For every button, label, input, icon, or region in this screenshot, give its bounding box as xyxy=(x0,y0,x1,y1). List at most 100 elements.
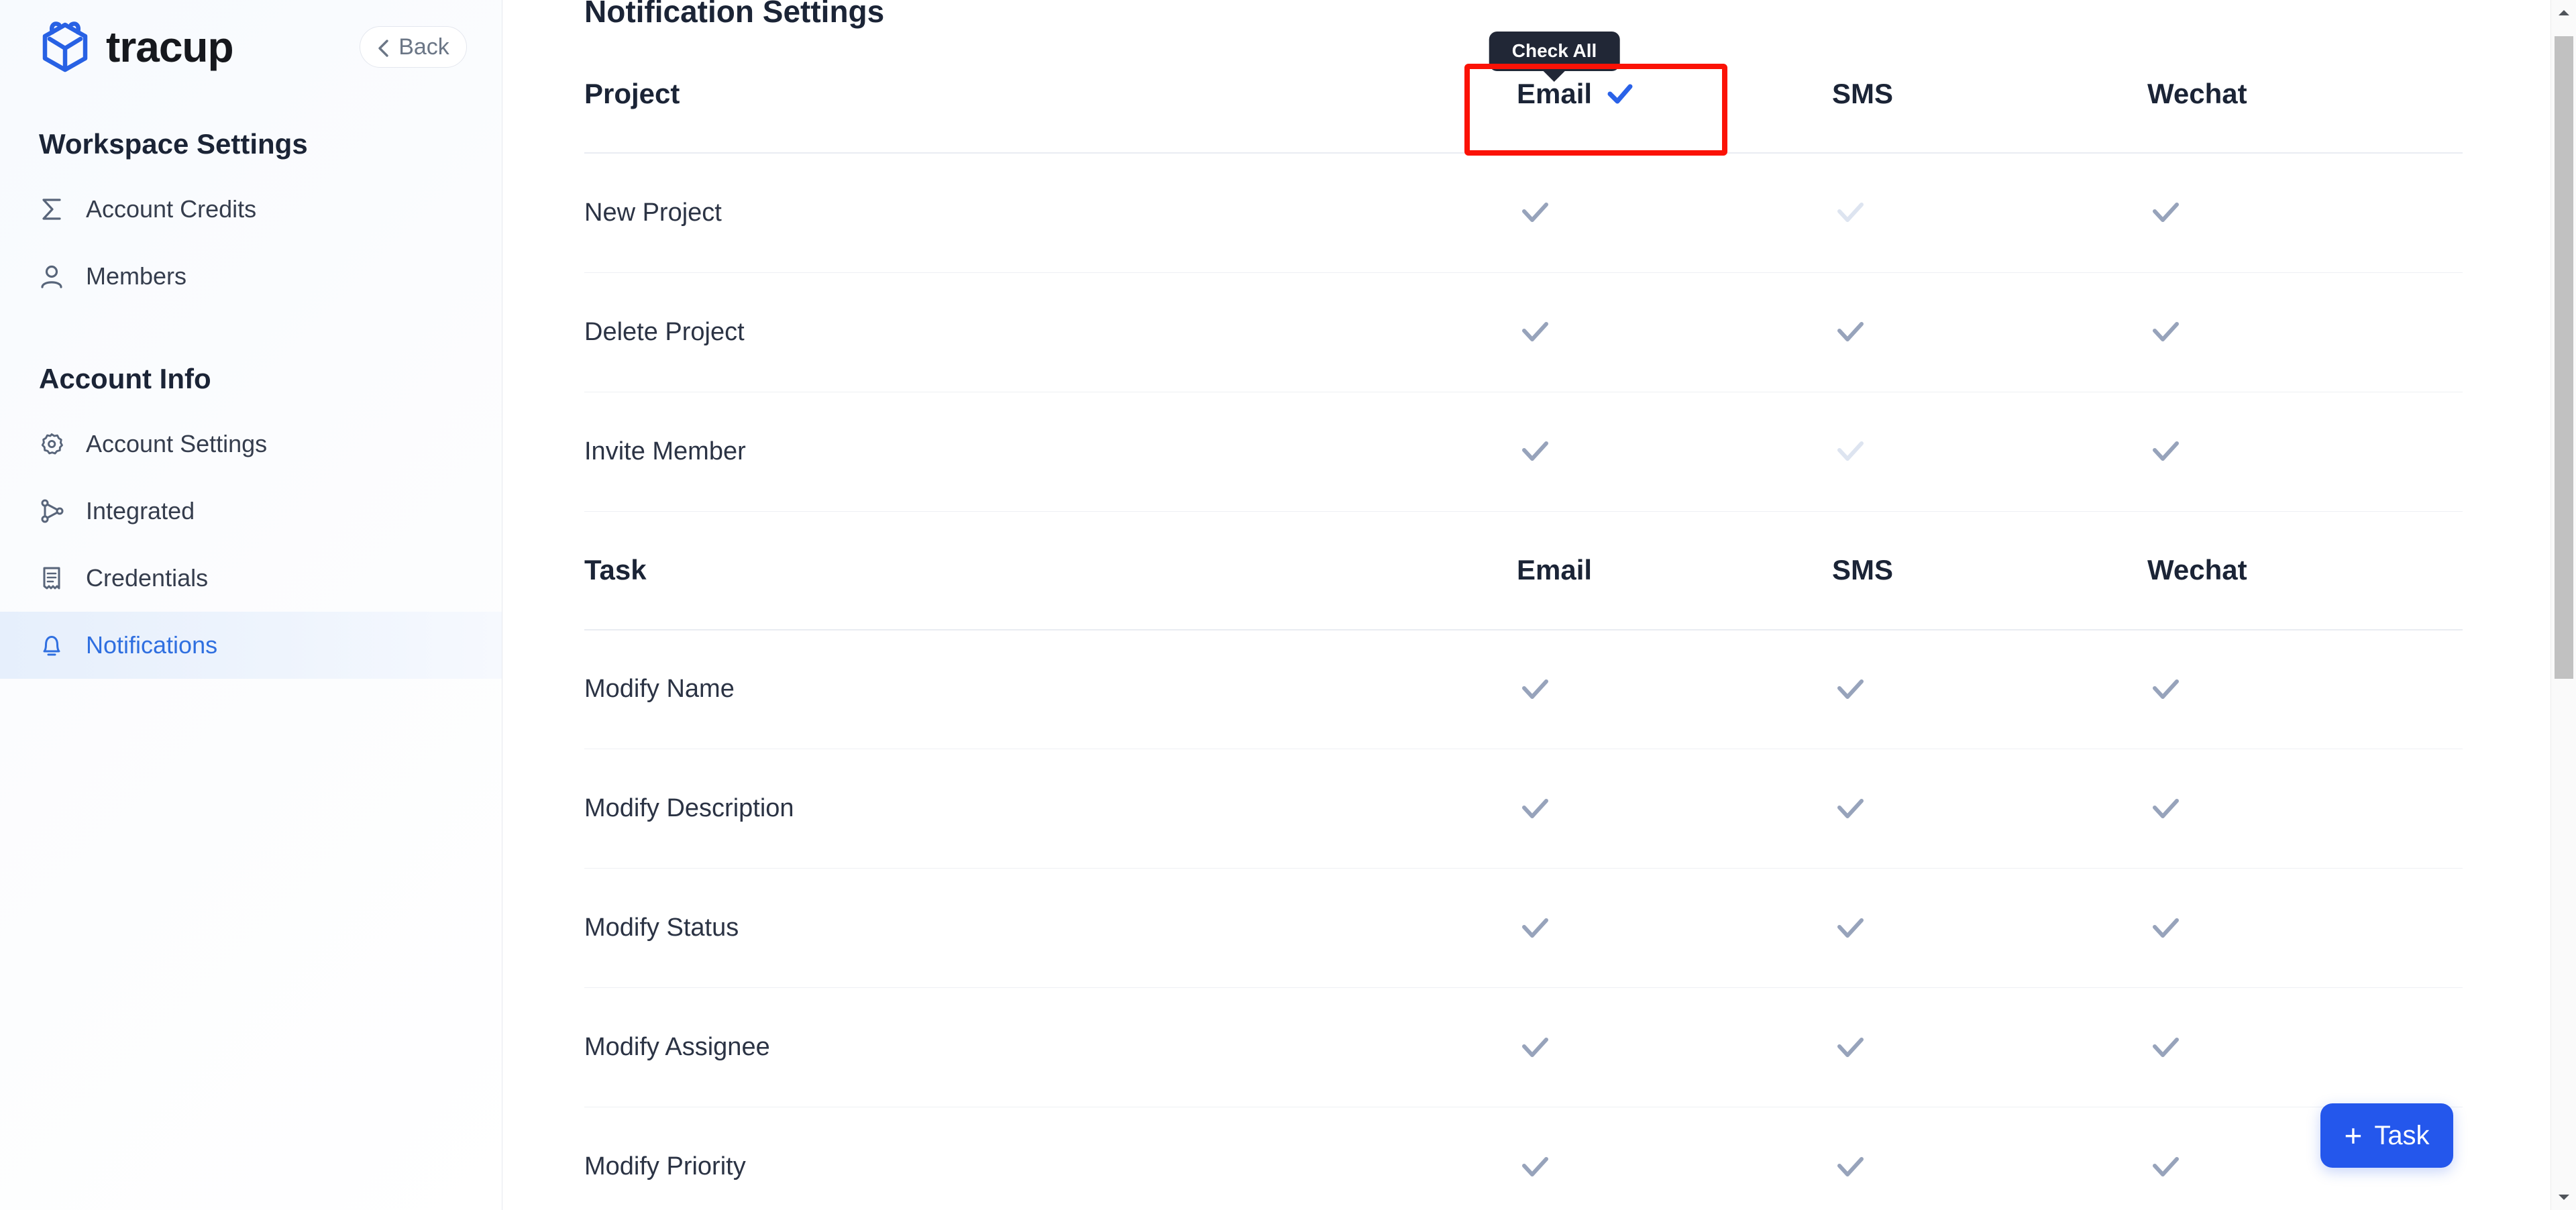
task-column-header: Task xyxy=(584,511,1517,630)
task-email-column-header[interactable]: Email xyxy=(1517,511,1832,630)
email-checkbox-cell[interactable] xyxy=(1517,272,1832,392)
sms-checkbox-cell[interactable] xyxy=(1832,272,2147,392)
back-button[interactable]: Back xyxy=(360,26,467,68)
check-icon[interactable] xyxy=(2147,195,2184,231)
email-checkbox-cell[interactable] xyxy=(1517,153,1832,273)
table-row: Invite Member xyxy=(584,392,2463,512)
sms-checkbox-cell[interactable] xyxy=(1832,987,2147,1107)
wechat-checkbox-cell[interactable] xyxy=(2147,272,2463,392)
main-content-area: Notification Settings Project Check All … xyxy=(502,0,2576,1210)
bell-icon xyxy=(38,631,66,659)
sidebar-item-account-credits[interactable]: Account Credits xyxy=(0,176,502,243)
check-icon[interactable] xyxy=(1832,791,1868,827)
check-icon[interactable] xyxy=(1832,195,1868,231)
check-icon[interactable] xyxy=(1832,314,1868,350)
back-button-label: Back xyxy=(398,34,449,60)
project-column-header: Project xyxy=(584,35,1517,154)
email-checkbox-cell[interactable] xyxy=(1517,868,1832,988)
table-row: Modify Name xyxy=(584,629,2463,749)
project-wechat-column-header[interactable]: Wechat xyxy=(2147,35,2463,154)
scroll-up-arrow-icon[interactable] xyxy=(2551,0,2576,25)
row-label: Invite Member xyxy=(584,392,1517,512)
check-icon[interactable] xyxy=(2147,1149,2184,1185)
check-icon[interactable] xyxy=(1517,1030,1553,1066)
wechat-checkbox-cell[interactable] xyxy=(2147,749,2463,869)
sidebar-item-label: Account Settings xyxy=(86,430,268,457)
project-sms-column-header[interactable]: SMS xyxy=(1832,35,2147,154)
wechat-checkbox-cell[interactable] xyxy=(2147,153,2463,273)
check-icon[interactable] xyxy=(2147,314,2184,350)
task-table-body: Modify Name Modify Description Modify St… xyxy=(584,629,2463,1210)
email-checkbox-cell[interactable] xyxy=(1517,749,1832,869)
check-all-icon[interactable] xyxy=(1604,78,1636,110)
wechat-checkbox-cell[interactable] xyxy=(2147,987,2463,1107)
task-sms-column-header[interactable]: SMS xyxy=(1832,511,2147,630)
check-icon[interactable] xyxy=(2147,671,2184,708)
check-icon[interactable] xyxy=(1832,1030,1868,1066)
notification-settings-panel: Notification Settings Project Check All … xyxy=(502,0,2565,1210)
task-notification-table: Task Email SMS Wechat Modify Name Modify… xyxy=(584,511,2463,1210)
chevron-left-icon xyxy=(377,38,389,57)
email-checkbox-cell[interactable] xyxy=(1517,1107,1832,1210)
sms-checkbox-cell[interactable] xyxy=(1832,1107,2147,1210)
sms-checkbox-cell[interactable] xyxy=(1832,629,2147,749)
email-checkbox-cell[interactable] xyxy=(1517,629,1832,749)
scroll-down-arrow-icon[interactable] xyxy=(2551,1185,2576,1210)
row-label: New Project xyxy=(584,153,1517,273)
sms-checkbox-cell[interactable] xyxy=(1832,392,2147,512)
check-icon[interactable] xyxy=(1517,671,1553,708)
sidebar-item-members[interactable]: Members xyxy=(0,243,502,310)
scrollbar-thumb[interactable] xyxy=(2555,36,2573,679)
add-task-label: Task xyxy=(2374,1120,2430,1150)
sidebar-item-credentials[interactable]: Credentials xyxy=(0,545,502,612)
check-icon[interactable] xyxy=(1832,433,1868,470)
add-task-button[interactable]: + Task xyxy=(2320,1103,2453,1168)
task-table-header-row: Task Email SMS Wechat xyxy=(584,511,2463,630)
email-checkbox-cell[interactable] xyxy=(1517,392,1832,512)
row-label: Modify Priority xyxy=(584,1107,1517,1210)
sidebar-item-notifications[interactable]: Notifications xyxy=(0,612,502,679)
tracup-cube-logo-icon xyxy=(39,19,91,75)
check-all-anchor: Check All Email xyxy=(1489,31,1620,110)
wechat-checkbox-cell[interactable] xyxy=(2147,392,2463,512)
sidebar-item-account-settings[interactable]: Account Settings xyxy=(0,410,502,478)
table-row: Delete Project xyxy=(584,272,2463,392)
check-icon[interactable] xyxy=(2147,433,2184,470)
project-email-column-header[interactable]: Check All Email xyxy=(1489,31,1832,154)
wechat-checkbox-cell[interactable] xyxy=(2147,629,2463,749)
sidebar-item-label: Members xyxy=(86,262,187,290)
brand-row: tracup Back xyxy=(0,0,502,94)
check-icon[interactable] xyxy=(1517,910,1553,946)
check-icon[interactable] xyxy=(1517,1149,1553,1185)
plus-icon: + xyxy=(2344,1118,2363,1153)
check-icon[interactable] xyxy=(1517,314,1553,350)
table-row: New Project xyxy=(584,153,2463,273)
sms-checkbox-cell[interactable] xyxy=(1832,868,2147,988)
sms-checkbox-cell[interactable] xyxy=(1832,749,2147,869)
check-icon[interactable] xyxy=(1517,433,1553,470)
check-icon[interactable] xyxy=(1517,791,1553,827)
wechat-checkbox-cell[interactable] xyxy=(2147,868,2463,988)
sidebar-item-integrated[interactable]: Integrated xyxy=(0,478,502,545)
vertical-scrollbar[interactable] xyxy=(2551,0,2576,1210)
sidebar-section-title-account-info: Account Info xyxy=(39,363,211,394)
check-icon[interactable] xyxy=(1832,910,1868,946)
table-row: Modify Priority xyxy=(584,1107,2463,1210)
row-label: Delete Project xyxy=(584,272,1517,392)
table-row: Modify Assignee xyxy=(584,987,2463,1107)
check-icon[interactable] xyxy=(1517,195,1553,231)
sms-checkbox-cell[interactable] xyxy=(1832,153,2147,273)
email-checkbox-cell[interactable] xyxy=(1517,987,1832,1107)
check-icon[interactable] xyxy=(2147,791,2184,827)
check-icon[interactable] xyxy=(1832,1149,1868,1185)
task-wechat-column-header[interactable]: Wechat xyxy=(2147,511,2463,630)
row-label: Modify Name xyxy=(584,629,1517,749)
check-icon[interactable] xyxy=(2147,1030,2184,1066)
table-row: Modify Status xyxy=(584,868,2463,988)
row-label: Modify Status xyxy=(584,868,1517,988)
check-icon[interactable] xyxy=(2147,910,2184,946)
sidebar-section-title-workspace: Workspace Settings xyxy=(39,128,308,160)
sidebar: tracup Back Workspace Settings Account C… xyxy=(0,0,502,1210)
check-icon[interactable] xyxy=(1832,671,1868,708)
receipt-icon xyxy=(38,564,66,592)
